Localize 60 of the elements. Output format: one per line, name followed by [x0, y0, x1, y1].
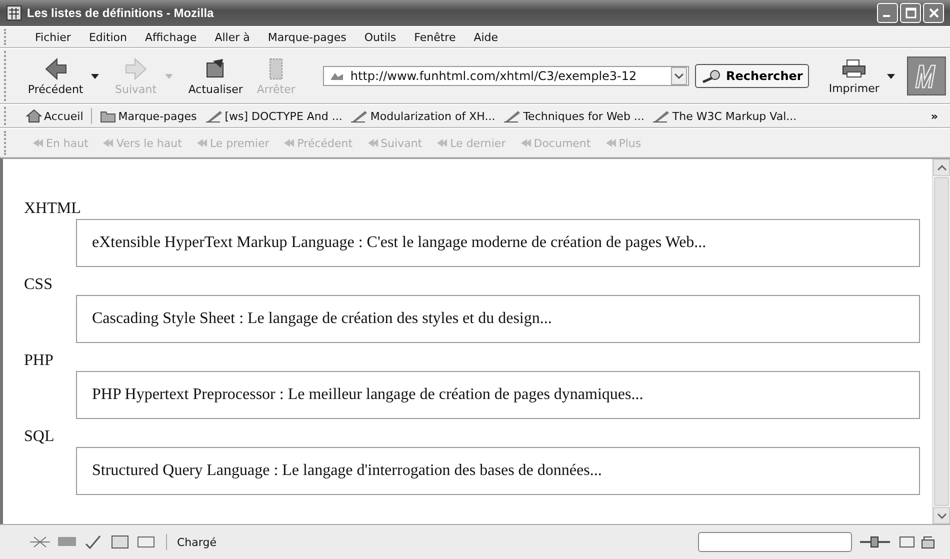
arrow-icon [283, 138, 296, 148]
house-icon [26, 109, 42, 123]
arrow-left-icon [42, 56, 69, 80]
definition-text: Structured Query Language : Le langage d'interrogation des bases de données... [92, 462, 602, 480]
definition-text: PHP Hypertext Preprocessor : Le meilleur langage de création de pages dynamiques... [92, 386, 644, 404]
arrow-icon [436, 138, 448, 148]
caret-icon[interactable] [887, 74, 896, 78]
menu-item[interactable]: Aide [472, 30, 500, 44]
minimize-icon [882, 15, 890, 17]
close-icon [928, 7, 940, 19]
dropdown-icon[interactable] [671, 67, 688, 85]
menu-item[interactable]: Edition [88, 30, 128, 44]
bookmark-item[interactable]: Marque-pages [100, 109, 197, 123]
definition-term: PHP [24, 351, 54, 371]
window-title: Les listes de définitions - Mozilla [27, 6, 215, 20]
definition-term: SQL [24, 427, 56, 447]
menu-item[interactable]: Outils [363, 30, 398, 44]
connection-icon [860, 536, 890, 548]
close-button[interactable] [923, 3, 944, 23]
caret-icon[interactable] [91, 74, 100, 78]
definition-text: Cascading Style Sheet : Le langage de création des styles et du design... [92, 310, 552, 328]
arrow-icon [604, 138, 617, 148]
printer-icon [841, 58, 868, 80]
minimize-button[interactable] [877, 3, 898, 23]
pen-icon [204, 109, 223, 123]
menu-item[interactable]: Fichier [34, 30, 72, 44]
bookmark-item[interactable]: Modularization of XH... [350, 109, 496, 123]
folder-icon [100, 109, 116, 123]
menu-item[interactable]: Marque-pages [266, 30, 348, 44]
status-text: Chargé [177, 536, 216, 548]
arrow-icon [520, 138, 532, 148]
bookmark-item[interactable]: [ws] DOCTYPE And ... [204, 109, 342, 123]
arrow-icon [32, 138, 44, 148]
menu-item[interactable]: Aller à [214, 30, 251, 44]
arrow-right-icon [122, 56, 149, 80]
definition-text: eXtensible HyperText Markup Language : C'est le langage moderne de création de pages Web... [92, 234, 706, 252]
bookmark-item[interactable]: Accueil [26, 109, 84, 123]
print-button[interactable]: Imprimer [824, 56, 884, 96]
toolbar-button[interactable]: Précédent [24, 54, 88, 98]
maximize-button[interactable] [900, 3, 921, 23]
scrollbar[interactable] [932, 159, 950, 524]
pen-icon [652, 109, 670, 123]
pen-icon [350, 109, 368, 123]
bookmark-item[interactable]: The W3C Markup Val... [652, 109, 797, 123]
maximize-icon [904, 7, 916, 19]
pen-icon [503, 109, 522, 123]
toolbar-button[interactable]: Actualiser [184, 54, 247, 98]
logo-icon [907, 56, 946, 96]
menu-item[interactable]: Fenêtre [413, 30, 457, 44]
search-button[interactable]: Rechercher [695, 64, 809, 88]
address-field[interactable]: http://www.funhtml.com/xhtml/C3/exemple3-12 [323, 66, 690, 86]
definition-term: XHTML [24, 199, 82, 219]
more-button[interactable]: » [930, 110, 938, 122]
arrow-icon [366, 138, 379, 148]
app-icon [6, 5, 22, 21]
arrow-icon [196, 138, 208, 148]
bookmark-item[interactable]: Techniques for Web ... [503, 109, 644, 123]
arrow-icon [102, 138, 114, 148]
definition-term: CSS [24, 275, 54, 295]
menu-item[interactable]: Affichage [144, 30, 198, 44]
